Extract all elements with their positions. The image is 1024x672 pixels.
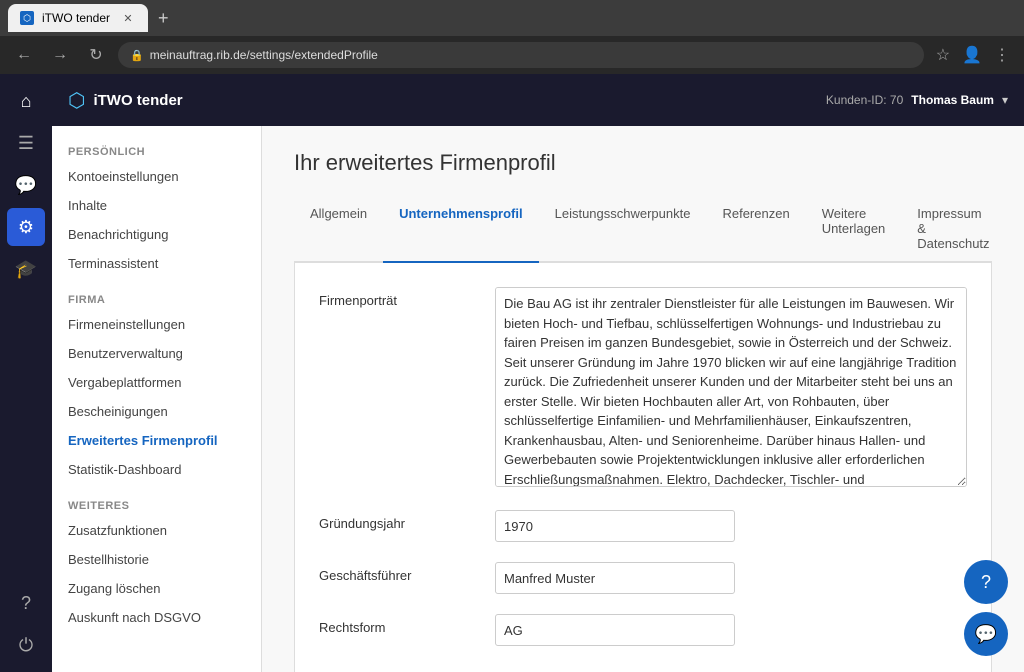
new-tab-button[interactable]: + <box>158 8 169 29</box>
user-dropdown-arrow[interactable]: ▾ <box>1002 93 1008 107</box>
logo-area: ⬡ iTWO tender <box>68 88 183 113</box>
logo-text: iTWO tender <box>93 92 182 109</box>
firmenportrait-label: Firmenporträt <box>319 287 479 308</box>
geschaeftsfuehrer-input[interactable] <box>495 562 735 594</box>
form-card: Firmenporträt Gründungsjahr Geschäftsfüh… <box>294 263 992 672</box>
rechtsform-input[interactable] <box>495 614 735 646</box>
ausbildungsbetrieb-label: Ausbildungsbetrieb <box>319 666 479 672</box>
rechtsform-label: Rechtsform <box>319 614 479 635</box>
nav-sidebar: PERSÖNLICH Kontoeinstellungen Inhalte Be… <box>52 126 262 672</box>
icon-sidebar: ⌂ ☰ 💬 ⚙ 🎓 ? ⏻ <box>0 74 52 672</box>
tab-unternehmensprofil[interactable]: Unternehmensprofil <box>383 196 539 263</box>
geschaeftsfuehrer-label: Geschäftsführer <box>319 562 479 583</box>
gruendungsjahr-label: Gründungsjahr <box>319 510 479 531</box>
firmenportrait-textarea[interactable] <box>495 287 967 487</box>
nav-section-personal: PERSÖNLICH <box>52 138 261 162</box>
content-area: ⬡ iTWO tender Kunden-ID: 70 Thomas Baum … <box>52 74 1024 672</box>
tab-title: iTWO tender <box>42 11 110 25</box>
menu-icon[interactable]: ⋮ <box>990 41 1014 69</box>
geschaeftsfuehrer-control <box>495 562 967 594</box>
gruendungsjahr-input[interactable] <box>495 510 735 542</box>
sidebar-icon-settings[interactable]: ⚙ <box>7 208 45 246</box>
tab-allgemein[interactable]: Allgemein <box>294 196 383 263</box>
firmenportrait-control <box>495 287 967 490</box>
form-row-rechtsform: Rechtsform <box>319 614 967 646</box>
nav-item-vergabeplattformen[interactable]: Vergabeplattformen <box>52 368 261 397</box>
form-row-gruendungsjahr: Gründungsjahr <box>319 510 967 542</box>
tab-favicon: ⬡ <box>20 11 34 25</box>
customer-id: Kunden-ID: 70 <box>826 93 903 107</box>
user-name: Thomas Baum <box>911 93 994 107</box>
help-chat-button[interactable]: 💬 <box>964 612 1008 656</box>
address-bar-actions: ☆ 👤 ⋮ <box>932 41 1014 69</box>
app-header: ⬡ iTWO tender Kunden-ID: 70 Thomas Baum … <box>52 74 1024 126</box>
refresh-button[interactable]: ↻ <box>82 41 110 69</box>
url-bar[interactable]: 🔒 meinauftrag.rib.de/settings/extendedPr… <box>118 42 924 68</box>
sidebar-icon-home[interactable]: ⌂ <box>7 82 45 120</box>
nav-item-bescheinigungen[interactable]: Bescheinigungen <box>52 397 261 426</box>
sidebar-icon-list[interactable]: ☰ <box>7 124 45 162</box>
nav-item-statistik-dashboard[interactable]: Statistik-Dashboard <box>52 455 261 484</box>
rechtsform-control <box>495 614 967 646</box>
nav-item-bestellhistorie[interactable]: Bestellhistorie <box>52 545 261 574</box>
browser-chrome: ⬡ iTWO tender ✕ + <box>0 0 1024 36</box>
sidebar-icon-chat[interactable]: 💬 <box>7 166 45 204</box>
back-button[interactable]: ← <box>10 41 38 69</box>
bookmark-icon[interactable]: ☆ <box>932 41 954 69</box>
app: ⌂ ☰ 💬 ⚙ 🎓 ? ⏻ ⬡ iTWO tender Kunden-ID: 7… <box>0 74 1024 672</box>
page-title: Ihr erweitertes Firmenprofil <box>294 150 992 176</box>
sidebar-icon-power[interactable]: ⏻ <box>7 626 45 664</box>
nav-item-zugang-loeschen[interactable]: Zugang löschen <box>52 574 261 603</box>
address-bar: ← → ↻ 🔒 meinauftrag.rib.de/settings/exte… <box>0 36 1024 74</box>
tabs: Allgemein Unternehmensprofil Leistungssc… <box>294 196 992 263</box>
nav-item-terminassistent[interactable]: Terminassistent <box>52 249 261 278</box>
nav-item-zusatzfunktionen[interactable]: Zusatzfunktionen <box>52 516 261 545</box>
nav-section-firma: FIRMA <box>52 286 261 310</box>
logo-icon: ⬡ <box>68 88 85 113</box>
header-right: Kunden-ID: 70 Thomas Baum ▾ <box>826 93 1008 107</box>
lock-icon: 🔒 <box>130 49 144 62</box>
sidebar-icon-question[interactable]: ? <box>7 584 45 622</box>
tab-close-btn[interactable]: ✕ <box>120 10 136 26</box>
nav-item-kontoeinstellungen[interactable]: Kontoeinstellungen <box>52 162 261 191</box>
form-row-firmenportrait: Firmenporträt <box>319 287 967 490</box>
browser-tab[interactable]: ⬡ iTWO tender ✕ <box>8 4 148 32</box>
nav-item-erweitertes-firmenprofil[interactable]: Erweitertes Firmenprofil <box>52 426 261 455</box>
nav-section-weiteres: WEITERES <box>52 492 261 516</box>
tab-impressum-datenschutz[interactable]: Impressum & Datenschutz <box>901 196 1005 263</box>
main-content: Ihr erweitertes Firmenprofil Allgemein U… <box>262 126 1024 672</box>
url-text: meinauftrag.rib.de/settings/extendedProf… <box>150 48 378 62</box>
forward-button[interactable]: → <box>46 41 74 69</box>
ausbildungsbetrieb-control <box>495 666 967 672</box>
tab-leistungsschwerpunkte[interactable]: Leistungsschwerpunkte <box>539 196 707 263</box>
form-row-ausbildungsbetrieb: Ausbildungsbetrieb <box>319 666 967 672</box>
help-question-button[interactable]: ? <box>964 560 1008 604</box>
tab-weitere-unterlagen[interactable]: Weitere Unterlagen <box>806 196 902 263</box>
nav-item-inhalte[interactable]: Inhalte <box>52 191 261 220</box>
nav-item-benutzerverwaltung[interactable]: Benutzerverwaltung <box>52 339 261 368</box>
sidebar-icon-graduation[interactable]: 🎓 <box>7 250 45 288</box>
tab-referenzen[interactable]: Referenzen <box>706 196 805 263</box>
profile-icon[interactable]: 👤 <box>958 41 986 69</box>
help-buttons: ? 💬 <box>964 560 1008 656</box>
form-row-geschaeftsfuehrer: Geschäftsführer <box>319 562 967 594</box>
nav-item-firmeneinstellungen[interactable]: Firmeneinstellungen <box>52 310 261 339</box>
gruendungsjahr-control <box>495 510 967 542</box>
nav-item-auskunft-dsgvo[interactable]: Auskunft nach DSGVO <box>52 603 261 632</box>
nav-item-benachrichtigung[interactable]: Benachrichtigung <box>52 220 261 249</box>
